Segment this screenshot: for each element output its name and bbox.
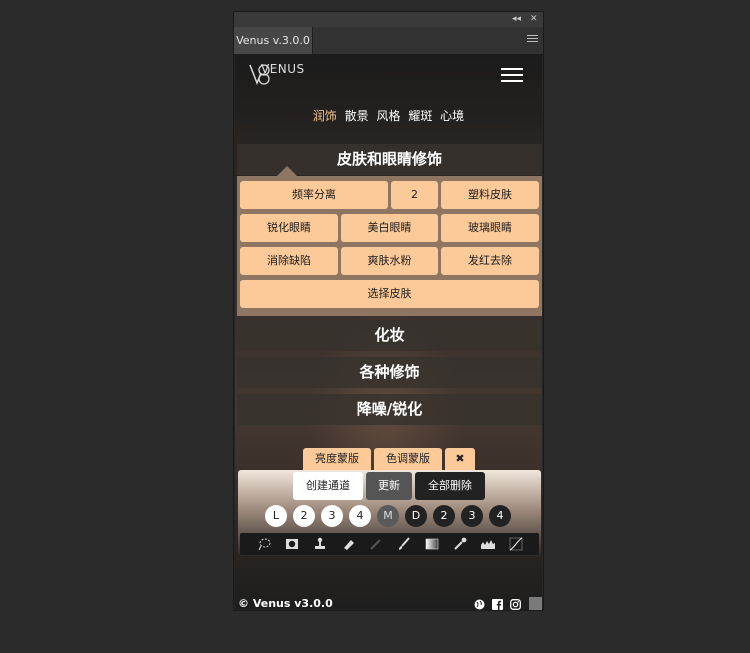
- nav-item-flare[interactable]: 耀斑: [408, 107, 432, 124]
- eraser-icon[interactable]: [340, 536, 356, 552]
- select-skin-button[interactable]: 选择皮肤: [240, 280, 539, 308]
- venus-panel: ◂◂ ✕ Venus v.3.0.0 VENUS 润饰 散景 风格 耀斑 心境 …: [233, 11, 544, 611]
- update-button[interactable]: 更新: [366, 472, 412, 500]
- section-misc-header[interactable]: 各种修饰: [237, 357, 542, 388]
- pen-icon[interactable]: [368, 536, 384, 552]
- curves-icon[interactable]: [508, 536, 524, 552]
- redness-removal-button[interactable]: 发红去除: [441, 247, 539, 275]
- nav-item-retouch[interactable]: 润饰: [313, 107, 337, 124]
- level-button-l2[interactable]: 2: [293, 505, 315, 527]
- level-button-l[interactable]: L: [265, 505, 287, 527]
- main-nav: 润饰 散景 风格 耀斑 心境: [235, 107, 542, 124]
- delete-all-button[interactable]: 全部删除: [415, 472, 485, 500]
- nav-item-style[interactable]: 风格: [376, 107, 400, 124]
- frequency-separation-button[interactable]: 频率分离: [240, 181, 388, 209]
- nav-item-bokeh[interactable]: 散景: [345, 107, 369, 124]
- level-button-d2[interactable]: 2: [433, 505, 455, 527]
- collapse-icon[interactable]: ◂◂: [512, 12, 521, 27]
- tab-luminosity-mask[interactable]: 亮度蒙版: [303, 448, 371, 470]
- level-button-d[interactable]: D: [405, 505, 427, 527]
- hamburger-menu-icon[interactable]: [501, 68, 523, 83]
- close-mask-icon[interactable]: ✖: [445, 448, 475, 470]
- close-icon[interactable]: ✕: [530, 12, 538, 27]
- globe-icon[interactable]: [474, 599, 485, 610]
- lasso-icon[interactable]: [256, 536, 272, 552]
- stamp-icon[interactable]: [312, 536, 328, 552]
- nav-item-mood[interactable]: 心境: [440, 107, 464, 124]
- create-channel-button[interactable]: 创建通道: [293, 472, 363, 500]
- level-button-m[interactable]: M: [377, 505, 399, 527]
- frequency-separation-2-button[interactable]: 2: [391, 181, 438, 209]
- glass-eyes-button[interactable]: 玻璃眼睛: [441, 214, 539, 242]
- level-button-d3[interactable]: 3: [461, 505, 483, 527]
- eyedropper-icon[interactable]: [452, 536, 468, 552]
- whiten-eyes-button[interactable]: 美白眼睛: [341, 214, 438, 242]
- section-makeup-header[interactable]: 化妆: [237, 320, 542, 351]
- tab-color-mask[interactable]: 色调蒙版: [374, 448, 442, 470]
- sharpen-eyes-button[interactable]: 锐化眼睛: [240, 214, 338, 242]
- panel-tab-venus[interactable]: Venus v.3.0.0: [234, 27, 313, 54]
- brush-icon[interactable]: [396, 536, 412, 552]
- brand-logo-text: VENUS: [261, 62, 305, 76]
- resize-handle[interactable]: [529, 597, 542, 610]
- facebook-icon[interactable]: [492, 599, 503, 610]
- tool-strip: [240, 533, 539, 555]
- instagram-icon[interactable]: [510, 599, 521, 610]
- level-button-l4[interactable]: 4: [349, 505, 371, 527]
- panel-content: VENUS 润饰 散景 风格 耀斑 心境 皮肤和眼睛修饰 频率分离 2 塑料皮肤…: [235, 55, 542, 610]
- toner-powder-button[interactable]: 爽肤水粉: [341, 247, 438, 275]
- gradient-icon[interactable]: [424, 536, 440, 552]
- histogram-icon[interactable]: [480, 536, 496, 552]
- plastic-skin-button[interactable]: 塑料皮肤: [441, 181, 539, 209]
- footer-copyright: © Venus v3.0.0: [238, 597, 333, 610]
- mask-icon[interactable]: [284, 536, 300, 552]
- panel-topbar: ◂◂ ✕: [234, 12, 543, 27]
- panel-tab-row: Venus v.3.0.0: [234, 27, 543, 55]
- panel-menu-icon[interactable]: [527, 33, 538, 45]
- level-button-d4[interactable]: 4: [489, 505, 511, 527]
- level-button-l3[interactable]: 3: [321, 505, 343, 527]
- section-denoise-header[interactable]: 降噪/锐化: [237, 394, 542, 425]
- remove-blemish-button[interactable]: 消除缺陷: [240, 247, 338, 275]
- section-pointer: [277, 166, 297, 176]
